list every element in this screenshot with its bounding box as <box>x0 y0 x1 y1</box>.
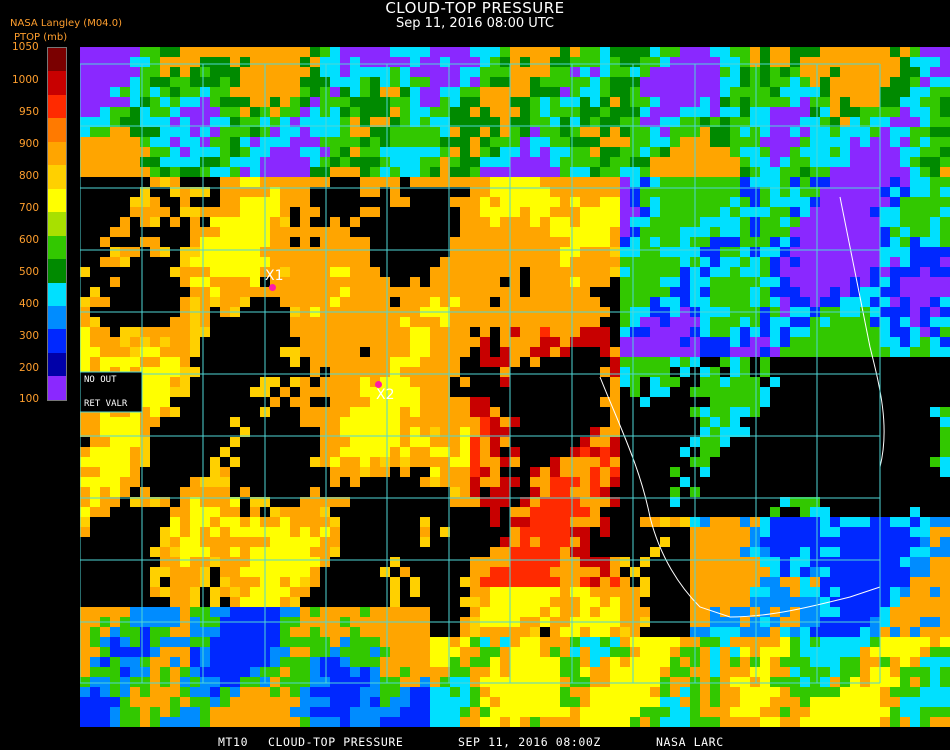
legend-tick-label: 800 <box>19 170 40 182</box>
legend-swatch <box>48 48 66 72</box>
legend-swatch <box>48 188 66 213</box>
timestamp-subtitle: Sep 11, 2016 08:00 UTC <box>395 16 555 31</box>
legend-swatch <box>48 165 66 189</box>
legend-tick-label: 700 <box>19 202 40 214</box>
footer-satellite: MT10 <box>218 735 249 749</box>
legend-swatch <box>48 235 66 260</box>
marker-x1-label: X1 <box>265 268 284 284</box>
legend-swatch <box>48 141 66 166</box>
legend-tick-label: 600 <box>19 234 40 246</box>
agency-label: NASA Langley (M04.0) <box>10 18 122 29</box>
product-title: CLOUD-TOP PRESSURE <box>385 0 565 17</box>
legend-tick-label: 400 <box>19 298 40 310</box>
legend-tick-label: 500 <box>19 266 40 278</box>
footer-source: NASA LARC <box>656 735 724 749</box>
legend-swatch <box>48 259 66 283</box>
legend-swatch <box>48 282 66 306</box>
legend-swatch <box>48 212 66 236</box>
legend-tick-label: 950 <box>19 106 40 118</box>
legend-tick-label: 300 <box>19 330 40 342</box>
legend-swatch <box>48 376 66 400</box>
legend-swatch <box>48 352 66 377</box>
cloud-field <box>80 47 950 727</box>
legend-tick-label: 1050 <box>12 41 39 53</box>
footer-bar: MT10 CLOUD-TOP PRESSURE SEP 11, 2016 08:… <box>0 733 950 750</box>
marker-x2-label: X2 <box>376 387 395 403</box>
no-out-label: NO OUT <box>84 375 117 385</box>
footer-datetime: SEP 11, 2016 08:00Z <box>458 735 601 749</box>
cloud-top-pressure-map <box>80 47 950 727</box>
footer-product: CLOUD-TOP PRESSURE <box>268 735 404 749</box>
legend-swatch <box>48 329 66 353</box>
ret-valr-label: RET VALR <box>84 399 128 409</box>
color-legend-bar <box>47 47 67 401</box>
marker-x1-dot <box>269 284 276 291</box>
legend-swatch <box>48 118 66 142</box>
legend-tick-label: 100 <box>19 393 40 405</box>
legend-swatch <box>48 94 66 119</box>
legend-tick-label: 1000 <box>12 74 39 86</box>
legend-tick-label: 200 <box>19 362 40 374</box>
legend-tick-label: 900 <box>19 138 40 150</box>
legend-swatch <box>48 305 66 330</box>
map-title-block: CLOUD-TOP PRESSURE Sep 11, 2016 08:00 UT… <box>0 0 950 31</box>
legend-swatch <box>48 71 66 95</box>
